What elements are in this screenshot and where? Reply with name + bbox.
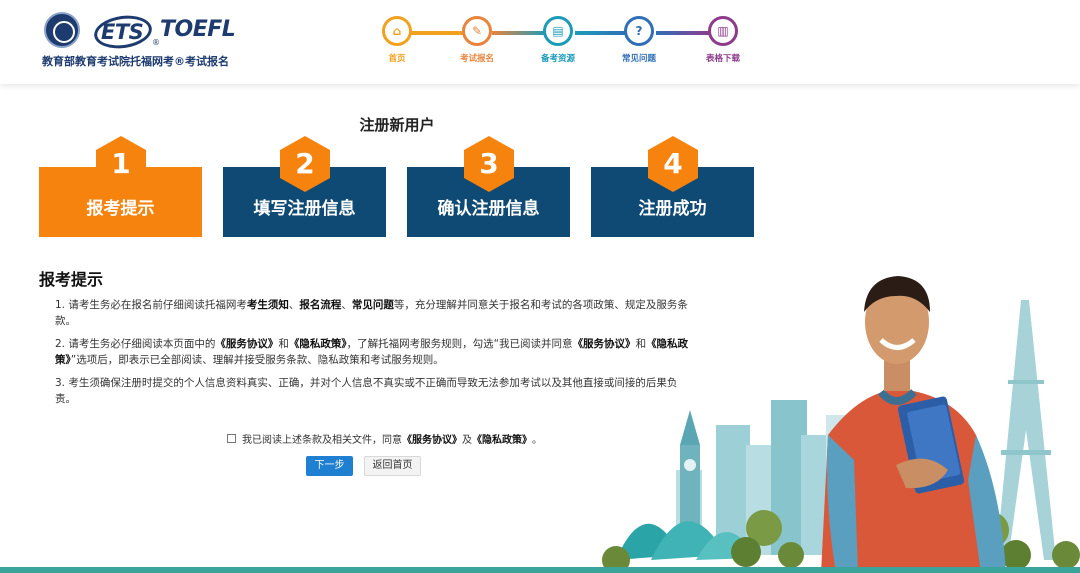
home-icon: ⌂ bbox=[382, 16, 412, 46]
agreement-text: 我已阅读上述条款及相关文件，同意 bbox=[242, 435, 402, 446]
rule-text: ”选项后，即表示已全部阅读、理解并接受服务条款、隐私政策和考试服务规则。 bbox=[70, 354, 444, 366]
section-title: 报考提示 bbox=[39, 270, 104, 289]
rule-text: 2. 请考生务必仔细阅读本页面中的 bbox=[55, 338, 216, 350]
nav-item-form-download[interactable]: ▥ 表格下载 bbox=[693, 15, 753, 64]
main-nav: ⌂ 首页 ✎ 考试报名 ▤ 备考资源 ? 常见问题 ▥ 表格下载 bbox=[380, 15, 750, 70]
book-icon: ▤ bbox=[543, 16, 573, 46]
rule-text: 、 bbox=[341, 299, 352, 311]
brand-subtitle: 教育部教育考试院托福网考®考试报名 bbox=[42, 55, 229, 68]
rule-emphasis: 《服务协议》 bbox=[215, 338, 279, 350]
agreement-row: 我已阅读上述条款及相关文件，同意 《服务协议》及《隐私政策》。 bbox=[227, 431, 542, 446]
step-1: 报考提示 1 bbox=[39, 136, 202, 237]
rule-emphasis: 《隐私政策》 bbox=[288, 338, 347, 350]
nav-item-faq[interactable]: ? 常见问题 bbox=[609, 15, 669, 64]
rule-emphasis: 报名流程 bbox=[299, 299, 342, 311]
service-agreement-link[interactable]: 《服务协议》 bbox=[402, 431, 462, 446]
rule-text: 和 bbox=[278, 338, 289, 350]
ets-logo-text: ETS bbox=[101, 20, 144, 44]
pencil-icon: ✎ bbox=[462, 16, 492, 46]
page-title: 注册新用户 bbox=[359, 116, 435, 134]
nav-item-home[interactable]: ⌂ 首页 bbox=[367, 15, 427, 64]
nav-item-prep-resources[interactable]: ▤ 备考资源 bbox=[528, 15, 588, 64]
nav-label: 常见问题 bbox=[621, 54, 656, 64]
nav-label: 考试报名 bbox=[459, 54, 494, 64]
rule-emphasis: 常见问题 bbox=[351, 299, 394, 311]
nav-label: 首页 bbox=[388, 54, 406, 64]
question-icon: ? bbox=[624, 16, 654, 46]
toefl-logo-text: TOEFL bbox=[160, 17, 236, 42]
ets-registered-mark: ® bbox=[152, 38, 160, 47]
rule-text: ，了解托福网考服务规则，勾选“我已阅读并同意 bbox=[346, 338, 573, 350]
nav-label: 备考资源 bbox=[540, 54, 575, 64]
privacy-policy-link[interactable]: 《隐私政策》 bbox=[472, 431, 532, 446]
rule-emphasis: 考生须知 bbox=[246, 299, 289, 311]
step-4: 注册成功 4 bbox=[591, 136, 754, 237]
step-3: 确认注册信息 3 bbox=[407, 136, 570, 237]
agree-checkbox[interactable] bbox=[227, 434, 236, 443]
rule-text: 1. 请考生务必在报名前仔细阅读托福网考 bbox=[55, 299, 247, 311]
agreement-text: 及 bbox=[462, 435, 472, 446]
nav-label: 表格下载 bbox=[705, 54, 740, 64]
step-2: 填写注册信息 2 bbox=[223, 136, 386, 237]
agreement-text: 。 bbox=[532, 435, 542, 446]
footer-bar bbox=[0, 567, 1080, 573]
nav-item-exam-registration[interactable]: ✎ 考试报名 bbox=[447, 15, 507, 64]
student-cityscape-illustration bbox=[602, 276, 1080, 573]
next-step-button[interactable]: 下一步 bbox=[306, 456, 353, 476]
registration-page: ETS ® TOEFL 教育部教育考试院托福网考®考试报名 ⌂ 首页 ✎ 考试报… bbox=[0, 0, 1080, 573]
back-to-home-button[interactable]: 返回首页 bbox=[364, 456, 421, 476]
rule-text: 、 bbox=[288, 299, 300, 311]
site-header: ETS ® TOEFL 教育部教育考试院托福网考®考试报名 ⌂ 首页 ✎ 考试报… bbox=[0, 0, 1080, 84]
rule-text: 3. 考生须确保注册时提交的个人信息资料真实、正确，并对个人信息不真实或不正确而… bbox=[55, 377, 678, 405]
ministry-emblem-logo bbox=[44, 12, 80, 48]
download-icon: ▥ bbox=[708, 16, 738, 46]
